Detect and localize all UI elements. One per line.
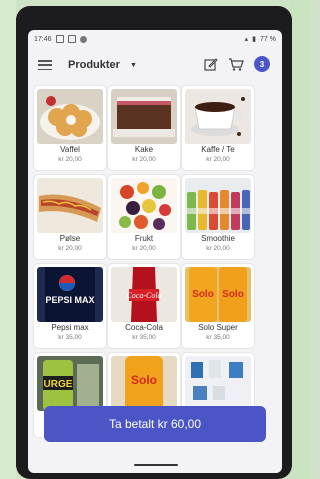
pepsi-max-image: PEPSI MAX — [37, 267, 103, 322]
snacks-image — [185, 356, 251, 411]
product-price: kr 35,00 — [206, 334, 230, 341]
product-price: kr 35,00 — [132, 334, 156, 341]
coca-cola-image: Coca-Cola — [111, 267, 177, 322]
app-notification-icon — [79, 35, 87, 43]
product-price: kr 20,00 — [132, 156, 156, 163]
edit-icon[interactable] — [204, 57, 218, 71]
product-price: kr 35,00 — [58, 334, 82, 341]
product-name: Frukt — [134, 234, 154, 243]
coca-cola-label-text: Coca-Cola — [126, 291, 161, 300]
product-name: Smoothie — [201, 234, 235, 243]
solo-label-text: Solo — [192, 289, 214, 300]
signal-icon: ▴ — [244, 36, 249, 43]
product-price: kr 20,00 — [206, 245, 230, 252]
product-price: kr 20,00 — [58, 245, 82, 252]
product-name: Pepsi max — [51, 323, 89, 332]
product-price: kr 20,00 — [58, 156, 82, 163]
solo-super-image: Solo Solo — [185, 267, 251, 322]
product-name: Kaffe / Te — [201, 145, 235, 154]
product-card-coca-cola[interactable]: Coca-Cola Coca-Cola kr 35,00 — [108, 264, 180, 348]
app-screen: 17:46 ▴ ▮ 77 % Produkter ▼ 3 Vaffel kr 2… — [28, 30, 282, 473]
cart-count-badge[interactable]: 3 — [254, 56, 270, 72]
status-bar: 17:46 ▴ ▮ 77 % — [28, 30, 282, 48]
home-indicator — [134, 464, 178, 466]
fruit-image — [111, 178, 177, 233]
smoothie-bottles-image — [185, 178, 251, 233]
product-card-solo-super[interactable]: Solo Solo Solo Super kr 35,00 — [182, 264, 254, 348]
coffee-image — [185, 89, 251, 144]
background-right — [289, 0, 309, 479]
dropdown-caret-icon[interactable]: ▼ — [130, 62, 137, 69]
cart-icon[interactable] — [228, 57, 244, 71]
pepsi-label-text: PEPSI MAX — [45, 295, 94, 305]
solo-label-text: Solo — [222, 289, 244, 300]
background-left — [0, 0, 16, 479]
product-card-kaffe-te[interactable]: Kaffe / Te kr 20,00 — [182, 86, 254, 170]
hotdog-image — [37, 178, 103, 233]
product-name: Kake — [134, 145, 154, 154]
hamburger-menu-icon[interactable] — [38, 60, 52, 70]
product-price: kr 20,00 — [206, 156, 230, 163]
product-name: Pølse — [59, 234, 81, 243]
battery-percent: 77 % — [260, 35, 276, 43]
product-card-pepsi-max[interactable]: PEPSI MAX Pepsi max kr 35,00 — [34, 264, 106, 348]
charge-button[interactable]: Ta betalt kr 60,00 — [44, 406, 266, 442]
product-card-polse[interactable]: Pølse kr 20,00 — [34, 175, 106, 259]
category-dropdown-label[interactable]: Produkter — [68, 59, 120, 71]
waffle-image — [37, 89, 103, 144]
battery-icon: ▮ — [252, 36, 257, 43]
product-card-smoothie[interactable]: Smoothie kr 20,00 — [182, 175, 254, 259]
app-header: Produkter ▼ 3 — [28, 50, 282, 80]
product-name: Coca-Cola — [125, 323, 163, 332]
urge-image: URGE — [37, 356, 103, 411]
product-card-kake[interactable]: Kake kr 20,00 — [108, 86, 180, 170]
product-name: Solo Super — [198, 323, 238, 332]
solo-label-text: Solo — [131, 373, 157, 387]
product-price: kr 20,00 — [132, 245, 156, 252]
status-time: 17:46 — [34, 35, 52, 43]
urge-label-text: URGE — [44, 379, 73, 390]
product-card-frukt[interactable]: Frukt kr 20,00 — [108, 175, 180, 259]
product-name: Vaffel — [60, 145, 80, 154]
notification-icon — [67, 35, 76, 43]
cake-image — [111, 89, 177, 144]
notification-icon — [55, 35, 64, 43]
product-card-vaffel[interactable]: Vaffel kr 20,00 — [34, 86, 106, 170]
solo-image: Solo — [111, 356, 177, 411]
